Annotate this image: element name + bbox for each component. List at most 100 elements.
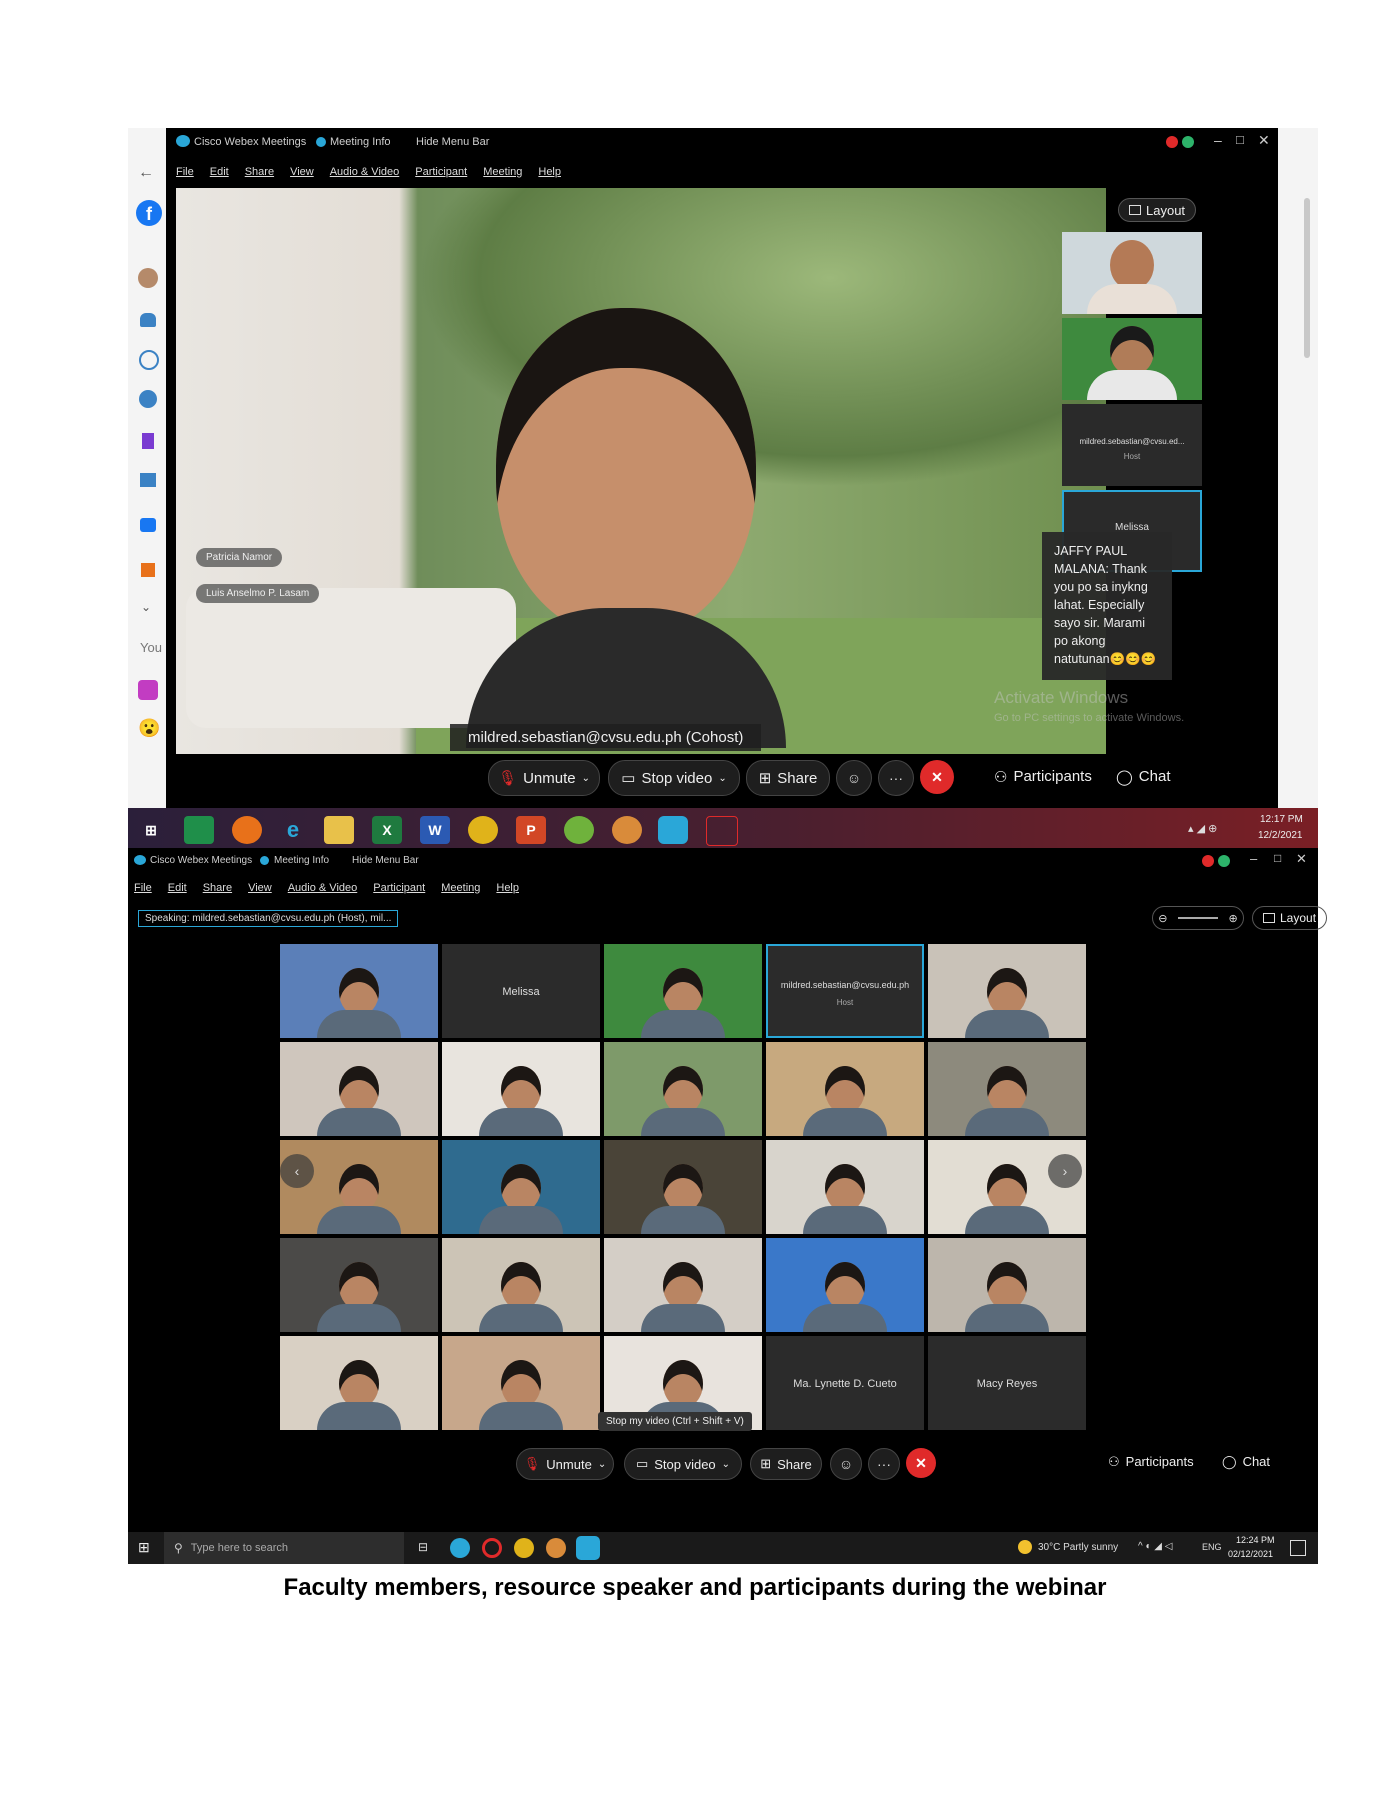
facebook-icon[interactable]: f — [136, 200, 162, 226]
participant-tile[interactable] — [604, 1140, 762, 1234]
edge-icon[interactable] — [450, 1538, 470, 1558]
store-app-icon[interactable] — [184, 816, 214, 844]
zoom-in-icon[interactable]: ⊕ — [1229, 912, 1238, 925]
unmute-button[interactable]: 🎙 Unmute ⌄ — [516, 1448, 614, 1480]
menu-item[interactable]: Audio & Video — [288, 882, 358, 894]
menu-item[interactable]: File — [134, 882, 152, 894]
share-button[interactable]: ⊞ Share — [746, 760, 830, 796]
menu-item[interactable]: Share — [203, 882, 232, 894]
avatar[interactable] — [138, 268, 158, 288]
people-icon[interactable] — [140, 313, 156, 327]
meeting-info-button[interactable]: Meeting Info — [274, 855, 329, 866]
maximize-icon[interactable]: □ — [1236, 132, 1244, 147]
menu-item[interactable]: File — [176, 166, 194, 178]
participant-tile[interactable]: mildred.sebastian@cvsu.edu.ph Host — [766, 944, 924, 1038]
store-icon[interactable] — [140, 473, 156, 487]
menu-item[interactable]: Audio & Video — [330, 166, 400, 178]
participant-tile[interactable]: Ma. Lynette D. Cueto — [766, 1336, 924, 1430]
chat-button[interactable]: ◯ Chat — [1222, 1454, 1270, 1470]
close-icon[interactable]: ✕ — [1258, 132, 1270, 149]
notification-icon[interactable] — [1290, 1540, 1306, 1556]
participant-tile[interactable] — [280, 1336, 438, 1430]
opera-icon[interactable] — [482, 1538, 502, 1558]
participant-tile[interactable] — [766, 1140, 924, 1234]
participant-tile[interactable] — [280, 944, 438, 1038]
webex-taskbar-icon[interactable] — [658, 816, 688, 844]
file-explorer-icon[interactable] — [324, 816, 354, 844]
word-icon[interactable]: W — [420, 816, 450, 844]
scrollbar[interactable] — [1304, 198, 1310, 358]
zoom-slider[interactable] — [1177, 917, 1218, 919]
zoom-control[interactable]: ⊖ ⊕ — [1152, 906, 1244, 930]
sidebar-tile-1[interactable] — [1062, 232, 1202, 314]
powerpoint-icon[interactable]: P — [516, 816, 546, 844]
chevron-down-icon[interactable]: ⌄ — [141, 600, 151, 614]
layout-button[interactable]: Layout — [1252, 906, 1328, 930]
participant-tile[interactable]: Melissa — [442, 944, 600, 1038]
participant-tile[interactable] — [604, 1042, 762, 1136]
participant-tile[interactable] — [604, 944, 762, 1038]
participants-button[interactable]: ⚇ Participants — [994, 768, 1092, 786]
excel-icon[interactable]: X — [372, 816, 402, 844]
chat-button[interactable]: ◯ Chat — [1116, 768, 1170, 786]
end-call-button[interactable]: ✕ — [920, 760, 954, 794]
app-taskbar-icon[interactable] — [706, 816, 738, 846]
participant-tile[interactable] — [280, 1042, 438, 1136]
previous-page-button[interactable]: ‹ — [280, 1154, 314, 1188]
back-arrow-icon[interactable]: ← — [138, 164, 154, 182]
participant-tile[interactable] — [928, 1042, 1086, 1136]
sidebar-tile-2[interactable] — [1062, 318, 1202, 400]
menu-item[interactable]: Edit — [210, 166, 229, 178]
emoji-icon[interactable]: 😮 — [138, 718, 160, 739]
close-icon[interactable]: ✕ — [1296, 851, 1307, 867]
edge-icon[interactable]: e — [278, 816, 308, 844]
chrome-icon[interactable] — [514, 1538, 534, 1558]
zoom-out-icon[interactable]: ⊖ — [1158, 912, 1167, 925]
participant-tile[interactable] — [766, 1042, 924, 1136]
end-call-button[interactable]: ✕ — [906, 1448, 936, 1478]
clock-icon[interactable] — [139, 350, 159, 370]
sidebar-tile-3[interactable]: mildred.sebastian@cvsu.ed... Host — [1062, 404, 1202, 486]
app-icon[interactable] — [138, 680, 158, 700]
minimize-icon[interactable]: – — [1250, 851, 1257, 866]
menu-item[interactable]: Help — [496, 882, 519, 894]
participant-tile[interactable]: Macy Reyes — [928, 1336, 1086, 1430]
menu-item[interactable]: View — [290, 166, 314, 178]
menu-item[interactable]: Participant — [415, 166, 467, 178]
layout-button[interactable]: Layout — [1118, 198, 1197, 222]
participant-tile[interactable] — [442, 1238, 600, 1332]
participant-tile[interactable] — [442, 1042, 600, 1136]
participant-tile[interactable] — [604, 1238, 762, 1332]
menu-item[interactable]: Share — [245, 166, 274, 178]
windows-start-icon[interactable]: ⊞ — [138, 1539, 150, 1556]
menu-item[interactable]: Meeting — [483, 166, 522, 178]
globe-icon[interactable] — [139, 390, 157, 408]
minimize-icon[interactable]: – — [1214, 132, 1222, 148]
chat-popup[interactable]: JAFFY PAUL MALANA: Thank you po sa inykn… — [1042, 532, 1172, 680]
menu-item[interactable]: Participant — [373, 882, 425, 894]
participant-tile[interactable] — [928, 944, 1086, 1038]
unmute-button[interactable]: 🎙 Unmute ⌄ — [488, 760, 600, 796]
windows-start-icon[interactable]: ⊞ — [136, 816, 166, 844]
torrent-icon[interactable] — [564, 816, 594, 844]
meeting-info-button[interactable]: Meeting Info — [330, 136, 391, 148]
task-view-icon[interactable]: ⊟ — [418, 1540, 428, 1554]
video-icon[interactable] — [140, 518, 156, 532]
share-button[interactable]: ⊞ Share — [750, 1448, 822, 1480]
participant-tile[interactable] — [928, 1238, 1086, 1332]
stop-video-button[interactable]: ▭ Stop video ⌄ — [608, 760, 740, 796]
chrome-icon[interactable] — [468, 816, 498, 844]
menu-item[interactable]: View — [248, 882, 272, 894]
hide-menu-button[interactable]: Hide Menu Bar — [352, 855, 419, 866]
stop-video-button[interactable]: ▭ Stop video ⌄ — [624, 1448, 742, 1480]
more-options-button[interactable]: ··· — [878, 760, 914, 796]
flag-icon[interactable] — [141, 563, 155, 577]
participants-button[interactable]: ⚇ Participants — [1108, 1454, 1194, 1470]
participant-tile[interactable] — [280, 1238, 438, 1332]
webex-taskbar-icon[interactable] — [576, 1536, 600, 1560]
menu-item[interactable]: Edit — [168, 882, 187, 894]
more-options-button[interactable]: ··· — [868, 1448, 900, 1480]
participant-tile[interactable] — [280, 1140, 438, 1234]
hide-menu-button[interactable]: Hide Menu Bar — [416, 136, 489, 148]
next-page-button[interactable]: › — [1048, 1154, 1082, 1188]
